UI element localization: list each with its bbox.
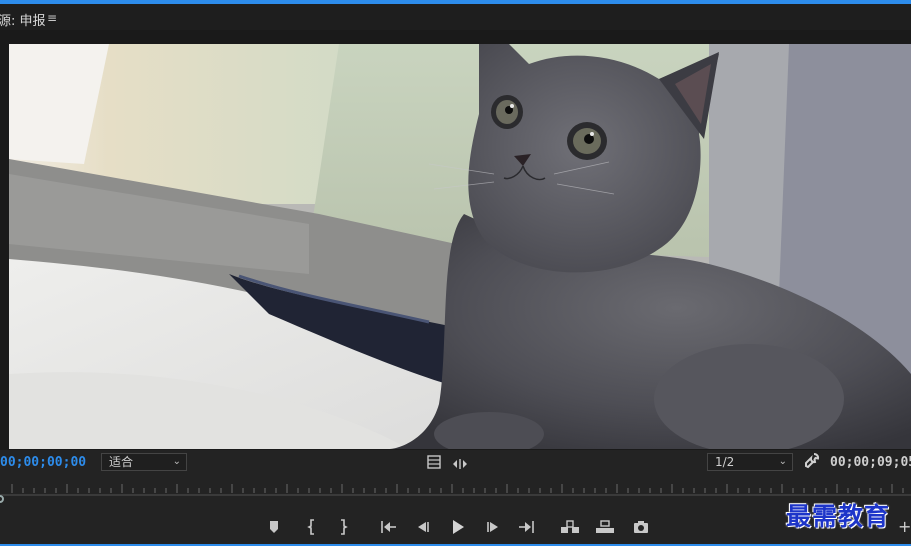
play-icon[interactable] — [448, 517, 468, 537]
ruler-track — [0, 494, 911, 496]
zoom-level-select[interactable]: 适合 ⌄ — [101, 453, 187, 471]
ruler-ticks — [11, 484, 904, 493]
chevron-down-icon: ⌄ — [172, 456, 181, 467]
playback-resolution-value: 1/2 — [715, 455, 735, 469]
button-editor-plus-icon[interactable]: + — [898, 517, 911, 536]
add-marker-icon[interactable] — [264, 517, 284, 537]
insert-icon[interactable] — [560, 517, 580, 537]
watermark-text: 最需教育 — [786, 502, 891, 531]
panel-header: 源: 申报 ≡ — [0, 4, 911, 30]
zoom-level-value: 适合 — [109, 455, 134, 469]
playback-resolution-select[interactable]: 1/2 ⌄ — [707, 453, 793, 471]
mark-in-icon[interactable] — [302, 517, 322, 537]
duration-timecode: 00;00;09;05 — [830, 455, 911, 470]
time-ruler[interactable] — [0, 478, 911, 508]
wrench-icon[interactable] — [804, 453, 820, 469]
step-back-icon[interactable] — [413, 517, 433, 537]
trim-mode-icon[interactable] — [452, 455, 468, 469]
monitor-status-bar: 00;00;00;00 适合 ⌄ 1/2 ⌄ 00;00;09;05 — [0, 450, 911, 476]
current-timecode[interactable]: 00;00;00;00 — [0, 455, 86, 470]
step-forward-icon[interactable] — [483, 517, 503, 537]
playhead-handle[interactable] — [0, 495, 4, 503]
chevron-down-icon: ⌄ — [778, 456, 787, 467]
overwrite-icon[interactable] — [595, 517, 615, 537]
panel-title[interactable]: 源: 申报 — [0, 10, 46, 29]
mark-out-icon[interactable] — [333, 517, 353, 537]
camera-icon[interactable] — [631, 517, 651, 537]
video-preview[interactable] — [9, 44, 911, 449]
kitten-image — [9, 44, 911, 449]
transport-controls — [0, 508, 911, 546]
go-to-out-icon[interactable] — [516, 517, 536, 537]
hamburger-menu-icon[interactable]: ≡ — [47, 11, 57, 25]
filmstrip-icon[interactable] — [427, 454, 441, 469]
go-to-in-icon[interactable] — [379, 517, 399, 537]
